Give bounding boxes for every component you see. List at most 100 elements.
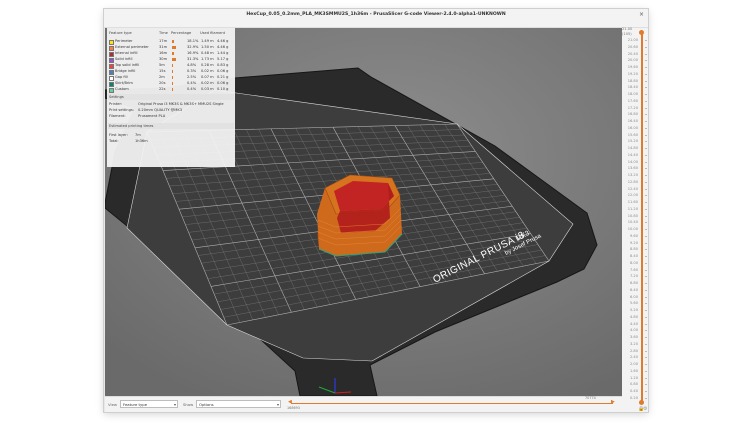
layer-tick-mark <box>645 53 647 55</box>
layer-tick-mark <box>645 215 647 217</box>
cog-icon[interactable]: ⚙ <box>643 407 647 412</box>
layer-tick-mark <box>645 202 647 204</box>
layer-range-fill <box>640 32 643 402</box>
layer-tick-mark <box>645 337 647 339</box>
layer-tick-label: 14.00 <box>627 159 638 164</box>
moves-slider-track[interactable] <box>291 403 613 404</box>
layer-tick-label: 12.40 <box>627 186 638 191</box>
layer-tick-mark <box>645 134 647 136</box>
layer-tick-mark <box>645 121 647 123</box>
layer-tick-mark <box>645 161 647 163</box>
layer-tick-label: 14.80 <box>627 146 638 151</box>
legend-percentage: 0.4% <box>187 87 197 91</box>
legend-percentage-bar <box>172 57 176 61</box>
3d-viewport[interactable]: ORIGINAL PRUSA i3 MK3 by Josef Prusa Fea… <box>105 28 622 396</box>
legend-weight: 0.10 g <box>217 87 229 91</box>
layer-tick-mark <box>645 370 647 372</box>
layer-tick-mark <box>645 249 647 251</box>
layer-upper-handle[interactable] <box>639 30 644 35</box>
layer-tick-label: 4.00 <box>629 328 638 333</box>
layer-tick-mark <box>645 87 647 89</box>
layer-tick-mark <box>645 127 647 129</box>
legend-col-feature: Feature type <box>109 31 132 35</box>
layer-tick-mark <box>645 46 647 48</box>
layer-tick-mark <box>645 175 647 177</box>
layer-tick-mark <box>645 343 647 345</box>
legend-percentage-bar <box>172 63 173 67</box>
layer-tick-label: 14.40 <box>627 152 638 157</box>
view-label: View <box>108 402 118 407</box>
view-type-select[interactable]: Feature type ▾ <box>120 400 178 408</box>
legend-panel: Feature type Time Percentage Used filame… <box>107 28 235 167</box>
layer-tick-label: 17.20 <box>627 105 638 110</box>
layer-top-value: 21.00 <box>622 27 633 31</box>
layer-tick-mark <box>645 310 647 312</box>
bottom-toolbar: View Feature type ▾ Show Options ▾ 70774 ◀… <box>105 396 622 412</box>
layer-tick-label: 21.00 <box>627 38 638 42</box>
layer-tick-mark <box>645 229 647 231</box>
layer-tick-label: 18.00 <box>627 92 638 97</box>
layer-tick-mark <box>645 208 647 210</box>
layer-tick-mark <box>645 296 647 298</box>
hex-cup-model <box>317 174 403 257</box>
layer-tick-label: 5.60 <box>629 301 638 306</box>
layer-tick-label: 19.60 <box>627 65 638 70</box>
layer-slider[interactable]: 21.00 (105) 21.00 20.60 20.40 20.00 19.60 19.… <box>622 27 648 412</box>
layer-lower-handle[interactable] <box>639 400 644 405</box>
layer-tick-label: 16.40 <box>627 119 638 124</box>
layer-tick-label: 8.00 <box>629 260 638 265</box>
legend-row[interactable]: Custom 22s 0.4% 0.03 m 0.10 g <box>107 86 235 93</box>
layer-tick-mark <box>645 384 647 386</box>
layer-tick-mark <box>645 276 647 278</box>
layer-tick-label: 6.80 <box>629 281 638 286</box>
layer-tick-mark <box>645 154 647 156</box>
legend-time: 22s <box>159 87 166 91</box>
layer-tick-mark <box>645 242 647 244</box>
layer-tick-label: 17.60 <box>627 98 638 103</box>
layer-tick-label: 20.60 <box>627 44 638 49</box>
legend-col-time: Time <box>159 31 168 35</box>
layer-tick-label: 0.80 <box>629 382 638 387</box>
chevron-down-icon: ▾ <box>173 402 176 407</box>
layer-tick-label: 7.20 <box>629 274 638 279</box>
show-options-select[interactable]: Options ▾ <box>196 400 281 408</box>
layer-tick-mark <box>645 391 647 393</box>
layer-tick-label: 9.20 <box>629 240 638 245</box>
layer-tick-mark <box>645 195 647 197</box>
chevron-down-icon: ▾ <box>276 402 279 407</box>
legend-col-filament: Used filament <box>200 31 226 35</box>
layer-tick-label: 12.00 <box>627 193 638 198</box>
layer-tick-label: 19.20 <box>627 71 638 76</box>
layer-tick-label: 8.80 <box>629 247 638 252</box>
layer-tick-mark <box>645 40 647 41</box>
layer-tick-mark <box>645 303 647 305</box>
moves-right-handle[interactable]: ▶ <box>611 400 615 405</box>
layer-tick-label: 15.60 <box>627 132 638 137</box>
layer-tick-label: 13.20 <box>627 173 638 178</box>
layer-tick-mark <box>645 94 647 96</box>
layer-tick-mark <box>645 73 647 75</box>
moves-left-handle[interactable]: ◀ <box>288 400 292 405</box>
layer-tick-mark <box>645 283 647 285</box>
close-button[interactable]: × <box>638 11 645 18</box>
layer-tick-label: 20.00 <box>627 58 638 63</box>
layer-tick-mark <box>645 181 647 183</box>
layer-tick-label: 16.80 <box>627 112 638 117</box>
layer-tick-label: 2.40 <box>629 355 638 360</box>
layer-tick-label: 10.80 <box>627 213 638 218</box>
layer-tick-label: 1.60 <box>629 368 638 373</box>
app-window: HexCup_0.05_0.2mm_PLA_MK3SMMU2S_1h36m - … <box>104 9 648 412</box>
legend-swatch <box>109 87 114 93</box>
layer-tick-mark <box>645 330 647 332</box>
layer-tick-mark <box>645 148 647 150</box>
layer-tick-mark <box>645 262 647 264</box>
layer-tick-mark <box>645 235 647 237</box>
move-start-value: 168693 <box>287 406 300 410</box>
legend-percentage-bar <box>172 45 176 49</box>
layer-tick-label: 18.40 <box>627 85 638 90</box>
layer-tick-mark <box>645 398 647 399</box>
layer-tick-label: 20.40 <box>627 51 638 56</box>
layer-tick-mark <box>645 377 647 379</box>
layer-tick-mark <box>645 316 647 318</box>
settings-section-title: Settings <box>108 94 234 100</box>
